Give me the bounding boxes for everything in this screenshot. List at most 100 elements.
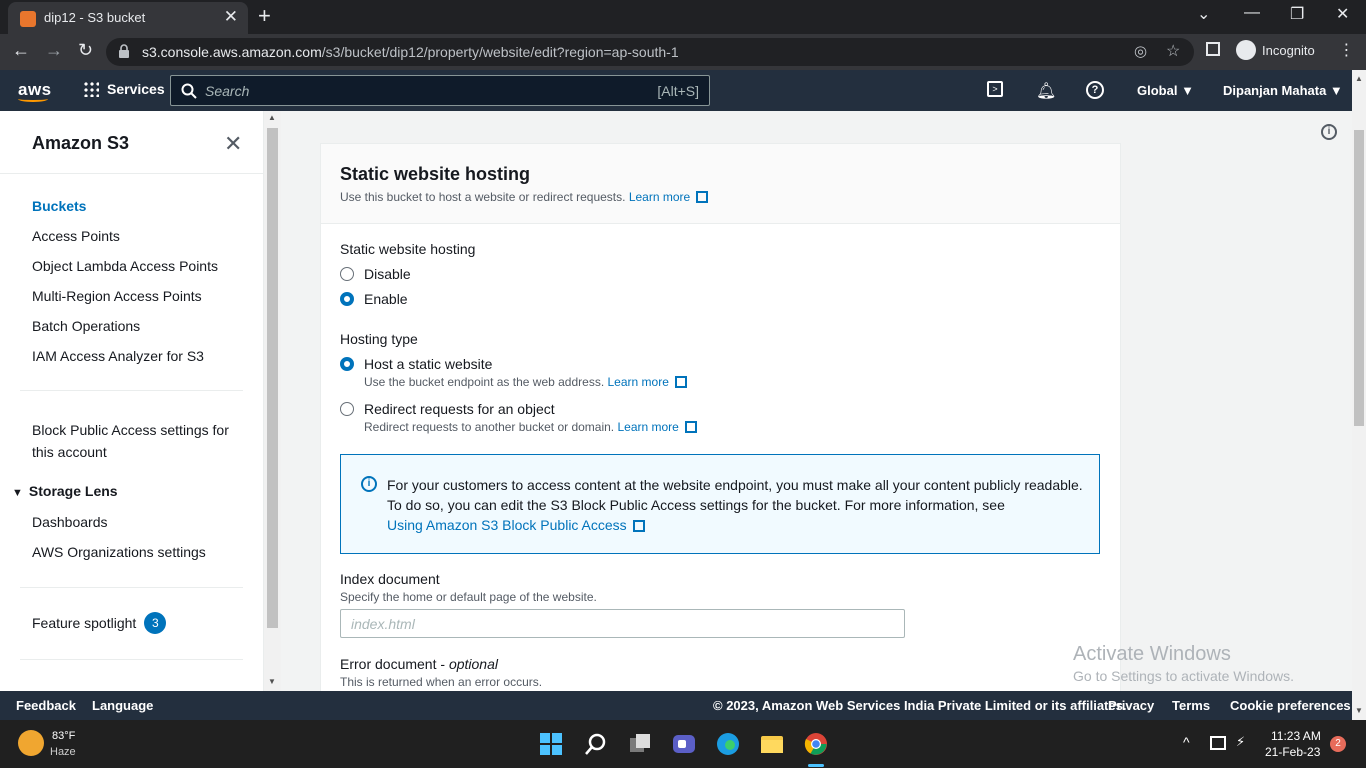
watermark-line2: Go to Settings to activate Windows. (1073, 668, 1294, 684)
index-document-hint: Specify the home or default page of the … (340, 590, 597, 604)
sidebar-item-feature-spotlight[interactable]: Feature spotlight 3 (32, 612, 167, 634)
host-static-hint: Use the bucket endpoint as the web addre… (364, 375, 687, 389)
services-menu-button[interactable]: Services (83, 81, 165, 97)
chat-icon[interactable] (672, 732, 696, 756)
storage-lens-section-toggle[interactable]: ▼ Storage Lens (12, 483, 118, 499)
info-alert: i For your customers to access content a… (340, 454, 1100, 554)
caret-down-icon: ▼ (1181, 83, 1194, 98)
sidebar-item-iam-analyzer[interactable]: IAM Access Analyzer for S3 (32, 348, 204, 364)
s3-favicon-icon (20, 11, 36, 27)
sidebar: Amazon S3 ✕ Buckets Access Points Object… (0, 111, 264, 691)
enable-label[interactable]: Enable (364, 291, 408, 307)
redirect-radio[interactable] (340, 402, 354, 416)
scroll-up-icon[interactable]: ▲ (1355, 74, 1363, 83)
sidebar-item-dashboards[interactable]: Dashboards (32, 514, 108, 530)
scrollbar-thumb[interactable] (1354, 130, 1364, 426)
close-sidebar-icon[interactable]: ✕ (224, 131, 242, 157)
sidebar-item-batch-operations[interactable]: Batch Operations (32, 318, 140, 334)
scrollbar-thumb[interactable] (267, 128, 278, 628)
close-window-icon[interactable]: ✕ (1336, 4, 1349, 24)
redirect-label[interactable]: Redirect requests for an object (364, 401, 555, 417)
network-icon[interactable]: ⚡︎ (1236, 734, 1245, 750)
divider (0, 173, 263, 174)
close-tab-icon[interactable]: ✕ (224, 7, 238, 27)
info-panel-icon[interactable]: i (1321, 124, 1337, 140)
feedback-link[interactable]: Feedback (16, 698, 76, 713)
minimize-icon[interactable]: — (1244, 4, 1260, 22)
weather-icon[interactable] (18, 730, 44, 756)
sidebar-item-buckets[interactable]: Buckets (32, 198, 86, 214)
restore-icon[interactable]: ❐ (1290, 4, 1304, 24)
host-static-label[interactable]: Host a static website (364, 356, 492, 372)
scroll-down-icon[interactable]: ▼ (1355, 706, 1363, 715)
language-link[interactable]: Language (92, 698, 153, 713)
divider (20, 659, 243, 660)
display-icon[interactable] (1210, 736, 1226, 750)
services-label: Services (107, 81, 165, 97)
more-menu-icon[interactable]: ⋮ (1338, 42, 1354, 59)
eye-off-icon[interactable]: ◎ (1134, 42, 1147, 60)
disable-radio[interactable] (340, 267, 354, 281)
region-selector[interactable]: Global ▼ (1137, 83, 1194, 98)
cloudshell-icon[interactable]: > (987, 81, 1003, 97)
edge-icon[interactable] (716, 732, 740, 756)
learn-more-link[interactable]: Learn more (608, 375, 687, 389)
address-bar[interactable]: s3.console.aws.amazon.com/s3/bucket/dip1… (106, 38, 1194, 66)
tab-search-icon[interactable]: ⌄ (1197, 4, 1210, 24)
learn-more-label: Learn more (607, 375, 669, 389)
chrome-icon[interactable] (804, 732, 828, 756)
forward-icon[interactable]: → (45, 40, 63, 61)
scroll-up-icon[interactable]: ▲ (268, 113, 276, 122)
learn-more-link[interactable]: Learn more (617, 420, 697, 434)
info-icon: i (361, 476, 377, 492)
file-explorer-icon[interactable] (760, 732, 784, 756)
disable-label[interactable]: Disable (364, 266, 411, 282)
bell-icon[interactable]: 🔔︎ (1036, 81, 1056, 101)
scroll-down-icon[interactable]: ▼ (268, 677, 276, 686)
enable-radio[interactable] (340, 292, 354, 306)
clock-time[interactable]: 11:23 AM (1271, 729, 1321, 743)
sidebar-item-access-points[interactable]: Access Points (32, 228, 120, 244)
error-document-hint: This is returned when an error occurs. (340, 675, 543, 689)
aws-top-nav: aws Services Search [Alt+S] > 🔔︎ ? Globa… (0, 70, 1352, 111)
search-icon[interactable] (584, 732, 608, 756)
reload-icon[interactable]: ↻ (78, 40, 93, 61)
clock-date[interactable]: 21-Feb-23 (1265, 745, 1320, 759)
sidebar-item-block-public-access[interactable]: Block Public Access settings for this acc… (32, 419, 229, 463)
sidebar-scrollbar[interactable]: ▲ ▼ (264, 111, 281, 691)
aws-logo[interactable]: aws (18, 80, 52, 102)
host-static-radio[interactable] (340, 357, 354, 371)
page-scrollbar[interactable]: ▲ ▼ (1352, 70, 1366, 720)
browser-tab[interactable]: dip12 - S3 bucket ✕ (8, 2, 248, 34)
back-icon[interactable]: ← (12, 40, 30, 61)
side-panel-icon[interactable] (1206, 42, 1220, 56)
chevron-up-icon[interactable]: ^ (1183, 734, 1190, 750)
task-view-icon[interactable] (628, 732, 652, 756)
new-tab-icon[interactable]: + (258, 3, 271, 29)
help-icon[interactable]: ? (1086, 81, 1104, 99)
sidebar-item-object-lambda[interactable]: Object Lambda Access Points (32, 258, 218, 274)
terms-link[interactable]: Terms (1172, 698, 1210, 713)
learn-more-link[interactable]: Learn more (629, 190, 709, 204)
block-public-access-link[interactable]: Using Amazon S3 Block Public Access (387, 517, 645, 533)
index-document-input[interactable] (340, 609, 905, 638)
activate-windows-watermark: Activate Windows Go to Settings to activ… (1073, 643, 1294, 684)
aws-smile-icon (18, 96, 48, 102)
error-document-label: Error document - optional (340, 656, 498, 672)
url-host: s3.console.aws.amazon.com (142, 44, 322, 60)
star-icon[interactable]: ☆ (1166, 41, 1180, 61)
sidebar-item-org-settings[interactable]: AWS Organizations settings (32, 544, 206, 560)
search-input[interactable]: Search [Alt+S] (170, 75, 710, 106)
block-public-line2: this account (32, 444, 107, 460)
hosting-type-label: Hosting type (340, 331, 418, 347)
caret-down-icon: ▼ (1329, 83, 1343, 98)
block-public-line1: Block Public Access settings for (32, 422, 229, 438)
cookie-preferences-link[interactable]: Cookie preferences (1230, 698, 1351, 713)
url-path: /s3/bucket/dip12/property/website/edit?r… (321, 44, 679, 60)
incognito-indicator[interactable]: Incognito ⋮ (1236, 40, 1354, 64)
privacy-link[interactable]: Privacy (1108, 698, 1154, 713)
sidebar-item-multi-region[interactable]: Multi-Region Access Points (32, 288, 202, 304)
windows-start-icon[interactable] (539, 732, 563, 756)
user-menu[interactable]: Dipanjan Mahata ▼ (1223, 83, 1343, 98)
notification-badge[interactable]: 2 (1330, 736, 1346, 752)
